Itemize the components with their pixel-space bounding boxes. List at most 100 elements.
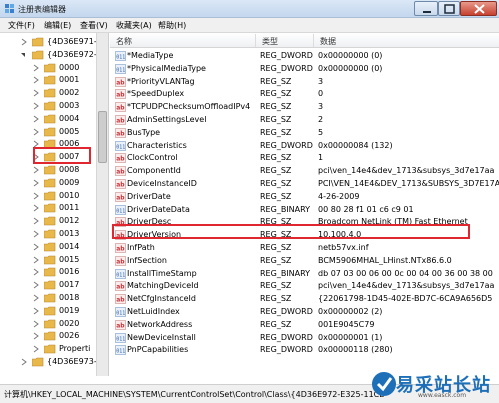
value-name: AdminSettingsLevel [127, 115, 207, 124]
expand-icon[interactable] [32, 179, 40, 187]
value-row[interactable]: ab NetworkAddress REG_SZ 001E9045C79 [110, 319, 499, 332]
expand-icon[interactable] [32, 268, 40, 276]
value-row[interactable]: 011 *PhysicalMediaType REG_DWORD 0x00000000… [110, 63, 499, 76]
value-row[interactable]: 011 InstallTimeStamp REG_BINARY db 07 03 00… [110, 268, 499, 281]
expand-icon[interactable] [32, 217, 40, 225]
tree-item[interactable]: 0016 [0, 266, 100, 279]
value-row[interactable]: ab MatchingDeviceId REG_SZ pci\ven_14e4&dev… [110, 280, 499, 293]
column-header-name[interactable]: 名称 [116, 36, 132, 47]
tree-item[interactable]: 0003 [0, 100, 100, 113]
expand-icon[interactable] [32, 307, 40, 315]
menu-edit[interactable]: 编辑(E) [44, 20, 71, 31]
expand-icon[interactable] [32, 76, 40, 84]
tree-item[interactable]: 0013 [0, 228, 100, 241]
tree-scrollbar[interactable] [96, 33, 108, 376]
tree-scrollbar-thumb[interactable] [98, 111, 107, 163]
expand-icon[interactable] [32, 332, 40, 340]
value-row[interactable]: ab BusType REG_SZ 5 [110, 127, 499, 140]
expand-icon[interactable] [32, 320, 40, 328]
value-name: Characteristics [127, 140, 187, 150]
value-row[interactable]: ab *TCPUDPChecksumOffloadIPv4 REG_SZ 3 [110, 101, 499, 114]
tree-item[interactable]: 0015 [0, 254, 100, 267]
value-row[interactable]: 011 DriverDateData REG_BINARY 00 80 28 f1 0… [110, 204, 499, 217]
value-row[interactable]: 011 Characteristics REG_DWORD 0x00000084 (1… [110, 140, 499, 153]
value-row[interactable]: 011 PnPCapabilities REG_DWORD 0x00000118 (2… [110, 344, 499, 357]
expand-icon[interactable] [32, 256, 40, 264]
expand-icon[interactable] [32, 102, 40, 110]
value-row[interactable]: ab ClockControl REG_SZ 1 [110, 152, 499, 165]
value-data: BCM5906MHAL_LHinst.NTx86.6.0 [318, 255, 452, 265]
value-name: InfPath [127, 243, 155, 252]
tree-item[interactable]: {4D36E972- [0, 49, 100, 62]
value-row[interactable]: ab *PriorityVLANTag REG_SZ 3 [110, 76, 499, 89]
column-header-data[interactable]: 数据 [320, 36, 336, 47]
menu-help[interactable]: 帮助(H) [158, 20, 186, 31]
tree-item[interactable]: 0017 [0, 279, 100, 292]
expand-icon[interactable] [32, 192, 40, 200]
expand-icon[interactable] [32, 115, 40, 123]
expand-icon[interactable] [32, 64, 40, 72]
menu-view[interactable]: 查看(V) [80, 20, 108, 31]
column-header-type[interactable]: 类型 [262, 36, 278, 47]
binary-value-icon: 011 [115, 51, 126, 61]
tree-item[interactable]: 0014 [0, 241, 100, 254]
expand-icon[interactable] [32, 204, 40, 212]
tree-item[interactable]: 0005 [0, 126, 100, 139]
key-tree-pane[interactable]: {4D36E971- {4D36E972- 0000 0001 0002 0003 0004… [0, 33, 109, 376]
expand-icon[interactable] [32, 89, 40, 97]
value-row[interactable]: ab AdminSettingsLevel REG_SZ 2 [110, 114, 499, 127]
watermark-logo-icon [372, 372, 396, 396]
close-button[interactable] [460, 1, 497, 16]
value-row[interactable]: ab DeviceInstanceID REG_SZ PCI\VEN_14E4&DEV… [110, 178, 499, 191]
svg-text:ab: ab [116, 79, 125, 86]
svg-text:011: 011 [116, 336, 125, 342]
expand-icon[interactable] [32, 243, 40, 251]
registry-editor-icon [5, 4, 14, 13]
column-divider[interactable] [255, 34, 256, 47]
value-row[interactable]: ab NetCfgInstanceId REG_SZ {22061798-1D45-4… [110, 293, 499, 306]
value-type: REG_SZ [260, 102, 292, 112]
tree-item[interactable]: 0001 [0, 74, 100, 87]
value-row[interactable]: ab InfPath REG_SZ netb57vx.inf [110, 242, 499, 255]
value-data: 2 [318, 115, 324, 124]
tree-item[interactable]: 0009 [0, 177, 100, 190]
value-row[interactable]: ab DriverDate REG_SZ 4-26-2009 [110, 191, 499, 204]
tree-item-label: 0018 [59, 293, 80, 302]
minimize-icon [423, 11, 431, 13]
expand-icon[interactable] [20, 38, 28, 46]
tree-item[interactable]: 0008 [0, 164, 100, 177]
menu-file[interactable]: 文件(F) [8, 20, 35, 31]
expand-icon[interactable] [32, 230, 40, 238]
expand-icon[interactable] [32, 294, 40, 302]
tree-item[interactable]: 0010 [0, 190, 100, 203]
tree-item[interactable]: 0018 [0, 292, 100, 305]
expand-icon[interactable] [20, 358, 28, 366]
values-list-pane[interactable]: 名称 类型 数据 011 *MediaType REG_DWORD 0x0000000… [110, 33, 499, 376]
menu-favorites[interactable]: 收藏夹(A) [116, 20, 152, 31]
expand-icon[interactable] [32, 281, 40, 289]
value-row[interactable]: ab ComponentId REG_SZ pci\ven_14e4&dev_1713… [110, 165, 499, 178]
tree-item[interactable]: 0004 [0, 113, 100, 126]
maximize-button[interactable] [438, 1, 460, 16]
value-row[interactable]: ab InfSection REG_SZ BCM5906MHAL_LHinst.NTx… [110, 255, 499, 268]
minimize-button[interactable] [414, 1, 438, 16]
value-row[interactable]: 011 *MediaType REG_DWORD 0x00000000 (0) [110, 50, 499, 63]
tree-item[interactable]: {4D36E973- [0, 356, 100, 369]
tree-item[interactable]: 0002 [0, 87, 100, 100]
tree-item[interactable]: 0020 [0, 318, 100, 331]
value-row[interactable]: 011 NewDeviceInstall REG_DWORD 0x00000001 (… [110, 332, 499, 345]
expand-icon[interactable] [32, 345, 40, 353]
value-row[interactable]: 011 NetLuidIndex REG_DWORD 0x00000002 (2) [110, 306, 499, 319]
tree-item[interactable]: {4D36E971- [0, 36, 100, 49]
collapse-icon[interactable] [20, 51, 28, 59]
column-divider[interactable] [313, 34, 314, 47]
tree-item[interactable]: 0019 [0, 305, 100, 318]
tree-item[interactable]: Properti [0, 343, 100, 356]
tree-item[interactable]: 0026 [0, 330, 100, 343]
tree-item[interactable]: 0011 [0, 202, 100, 215]
expand-icon[interactable] [32, 128, 40, 136]
expand-icon[interactable] [32, 166, 40, 174]
tree-item[interactable]: 0000 [0, 62, 100, 75]
value-row[interactable]: ab *SpeedDuplex REG_SZ 0 [110, 88, 499, 101]
tree-item[interactable]: 0012 [0, 215, 100, 228]
